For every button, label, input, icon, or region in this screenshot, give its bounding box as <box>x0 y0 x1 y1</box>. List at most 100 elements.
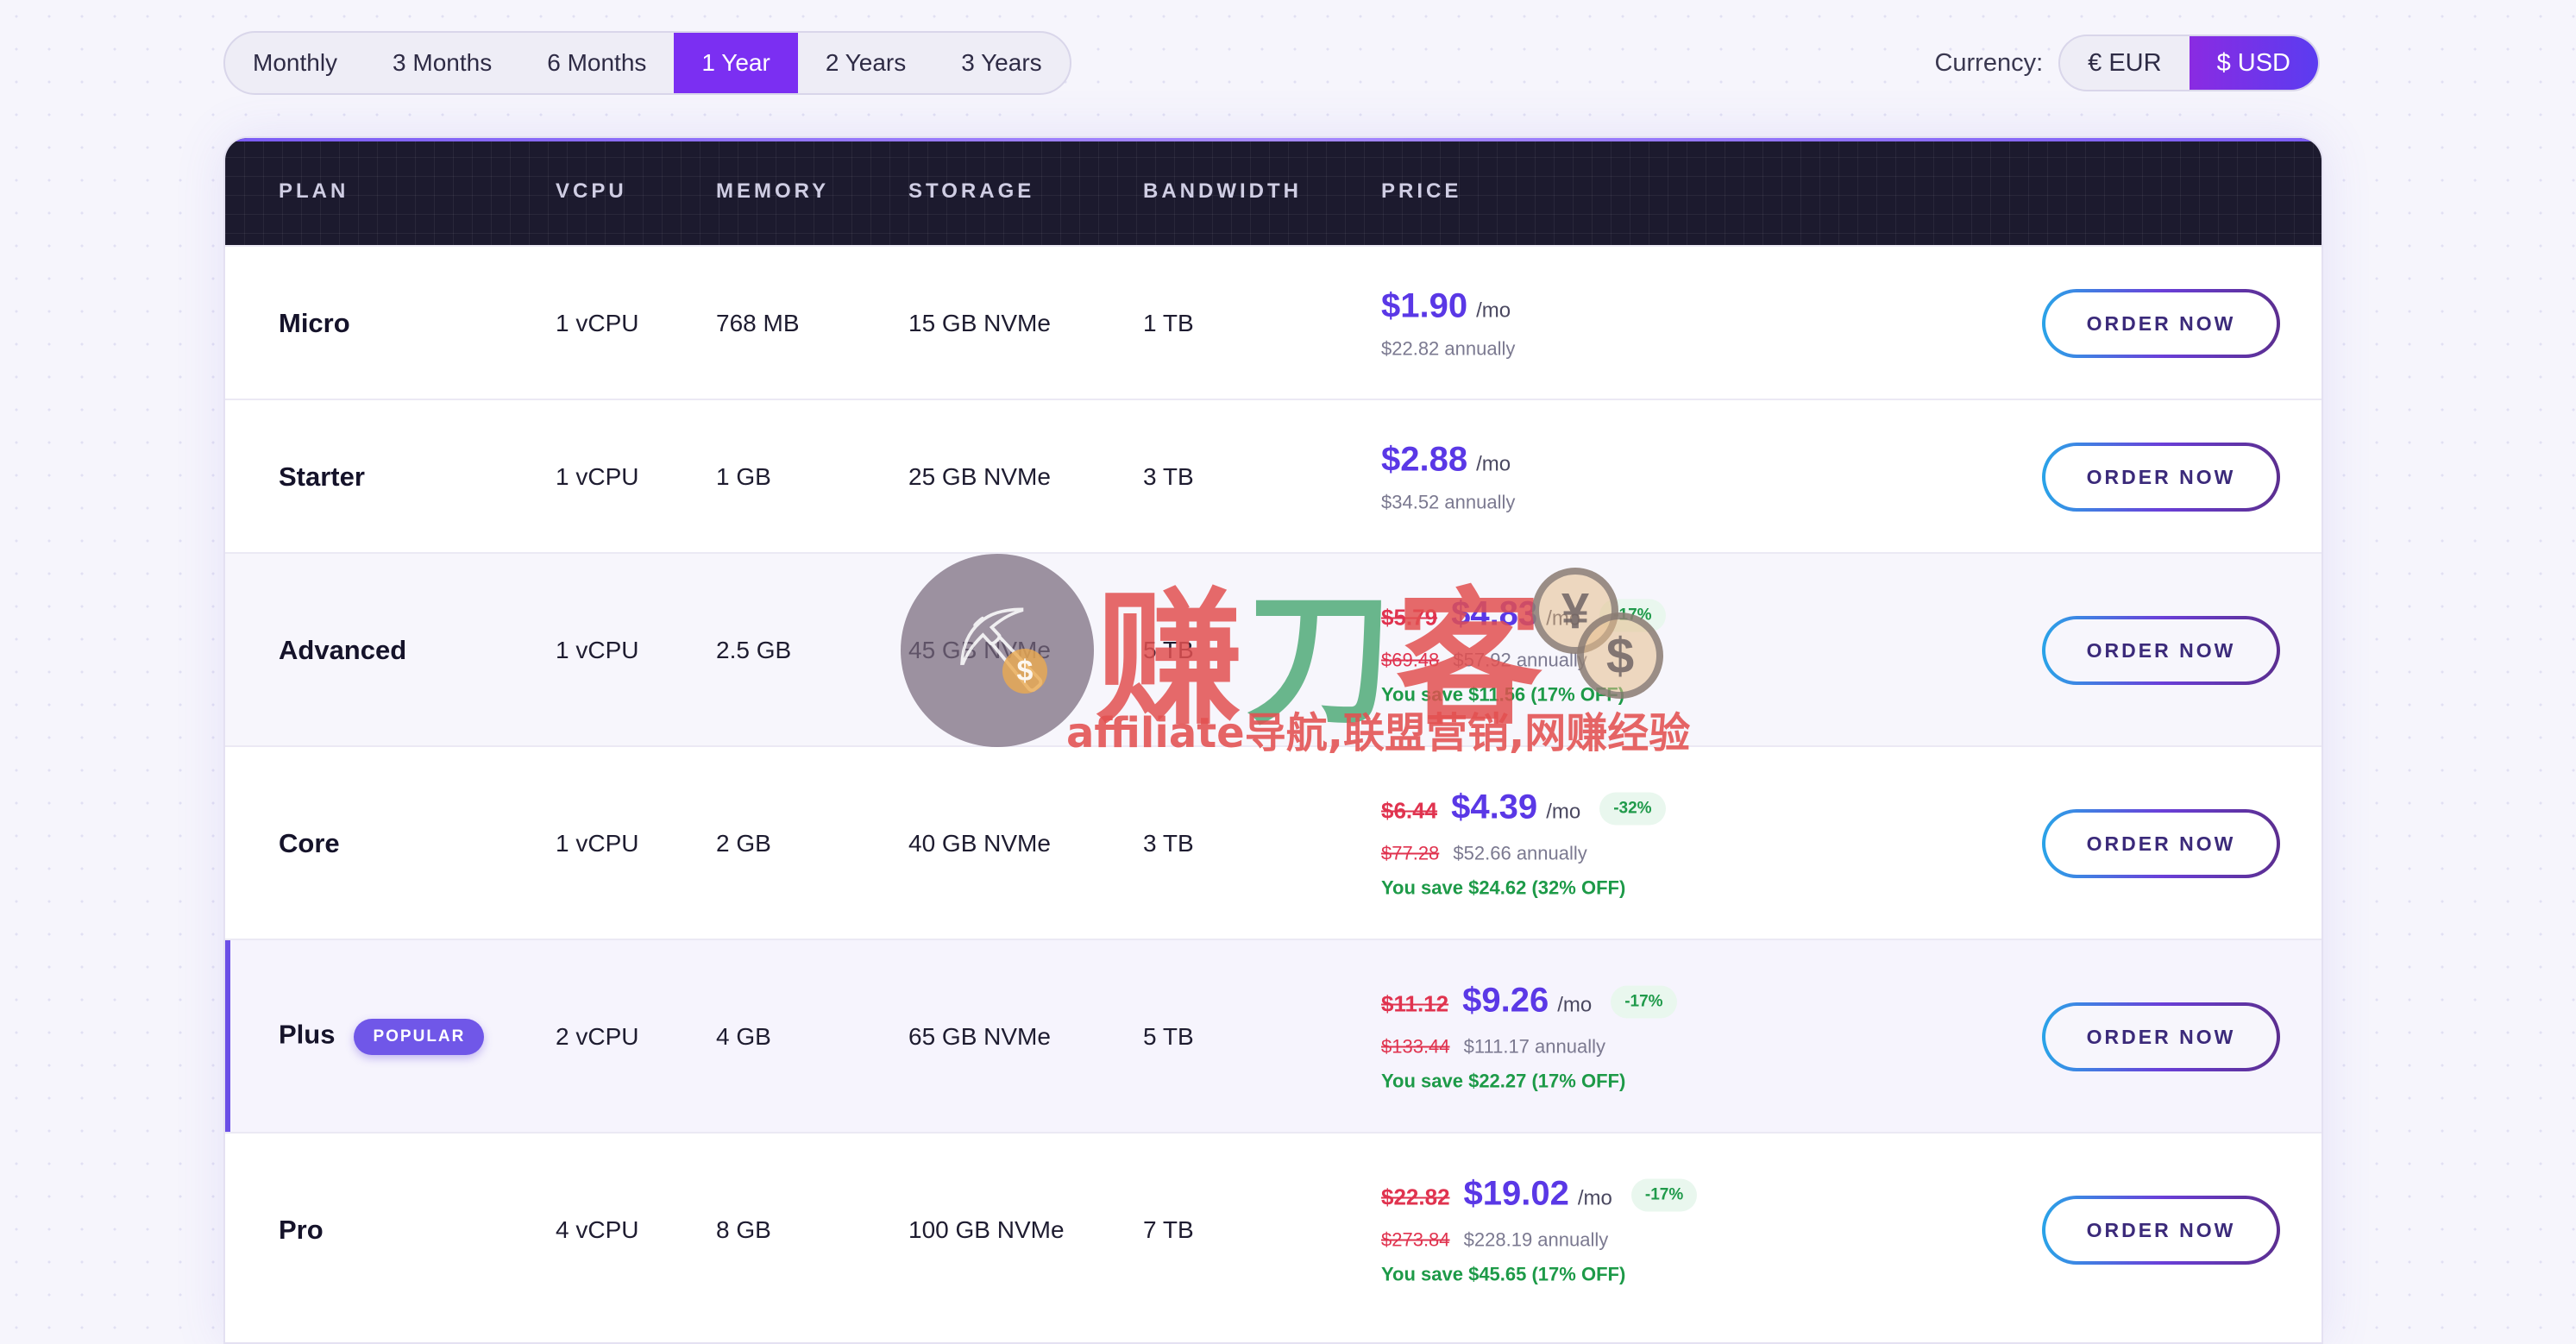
monthly-price: $4.83 <box>1451 594 1538 633</box>
header-memory: MEMORY <box>716 179 830 203</box>
original-monthly-price: $5.79 <box>1381 604 1438 631</box>
annual-price: $34.52 annually <box>1381 491 1516 513</box>
memory-value: 8 GB <box>716 1216 771 1243</box>
original-annual-price: $69.48 <box>1381 649 1440 671</box>
currency-label: Currency: <box>1934 48 2044 77</box>
discount-badge: -17% <box>1611 985 1677 1019</box>
bandwidth-value: 5 TB <box>1143 1023 1194 1050</box>
currency-toggle: € EUR $ USD <box>2058 35 2320 91</box>
bandwidth-value: 5 TB <box>1143 637 1194 663</box>
plan-name: Plus <box>279 1019 336 1050</box>
table-header: PLAN VCPU MEMORY STORAGE BANDWIDTH PRICE <box>225 138 2322 245</box>
savings-text: You save $45.65 (17% OFF) <box>1381 1263 1626 1285</box>
header-accent-line <box>225 138 2322 141</box>
header-vcpu: VCPU <box>556 179 627 203</box>
annual-price: $52.66 annually <box>1453 842 1587 864</box>
savings-text: You save $11.56 (17% OFF) <box>1381 683 1625 706</box>
vcpu-value: 1 vCPU <box>556 310 639 336</box>
monthly-price: $4.39 <box>1451 788 1538 826</box>
discount-badge: -17% <box>1599 599 1666 632</box>
popular-badge: POPULAR <box>354 1019 485 1055</box>
price-block: $1.90 /mo $22.82 annually <box>1381 287 1515 361</box>
discount-badge: -32% <box>1599 792 1666 826</box>
period-6-months[interactable]: 6 Months <box>519 33 674 93</box>
original-monthly-price: $6.44 <box>1381 797 1438 824</box>
original-annual-price: $133.44 <box>1381 1035 1450 1058</box>
storage-value: 65 GB NVMe <box>908 1023 1051 1050</box>
table-row: Starter 1 vCPU 1 GB 25 GB NVMe 3 TB $2.8… <box>225 399 2322 554</box>
memory-value: 4 GB <box>716 1023 771 1050</box>
order-now-button[interactable]: ORDER NOW <box>2042 1002 2280 1071</box>
header-bandwidth: BANDWIDTH <box>1143 179 1302 203</box>
savings-text: You save $24.62 (32% OFF) <box>1381 876 1626 899</box>
memory-value: 1 GB <box>716 463 771 490</box>
monthly-price: $19.02 <box>1463 1174 1569 1213</box>
order-now-button[interactable]: ORDER NOW <box>2042 289 2280 358</box>
price-block: $6.44 $4.39 /mo -32% $77.28 $52.66 annua… <box>1381 788 1666 900</box>
table-row: Pro 4 vCPU 8 GB 100 GB NVMe 7 TB $22.82 … <box>225 1132 2322 1327</box>
annual-price: $22.82 annually <box>1381 337 1516 360</box>
bandwidth-value: 7 TB <box>1143 1216 1194 1243</box>
storage-value: 40 GB NVMe <box>908 830 1051 857</box>
period-3-months[interactable]: 3 Months <box>365 33 519 93</box>
order-now-button[interactable]: ORDER NOW <box>2042 809 2280 878</box>
per-month-label: /mo <box>1546 800 1581 824</box>
pricing-table: PLAN VCPU MEMORY STORAGE BANDWIDTH PRICE… <box>223 136 2323 1344</box>
order-now-button[interactable]: ORDER NOW <box>2042 616 2280 685</box>
currency-selector: Currency: € EUR $ USD <box>1934 35 2320 91</box>
original-monthly-price: $11.12 <box>1381 990 1449 1017</box>
price-block: $5.79 $4.83 /mo -17% $69.48 $57.92 annua… <box>1381 595 1666 707</box>
period-3-years[interactable]: 3 Years <box>933 33 1069 93</box>
header-price: PRICE <box>1381 179 1462 203</box>
price-block: $11.12 $9.26 /mo -17% $133.44 $111.17 an… <box>1381 982 1677 1093</box>
header-storage: STORAGE <box>908 179 1035 203</box>
billing-period-selector: Monthly 3 Months 6 Months 1 Year 2 Years… <box>223 31 1071 95</box>
order-now-button[interactable]: ORDER NOW <box>2042 1196 2280 1265</box>
period-1-year[interactable]: 1 Year <box>674 33 798 93</box>
per-month-label: /mo <box>1577 1186 1612 1210</box>
monthly-price: $9.26 <box>1462 981 1549 1020</box>
order-now-button[interactable]: ORDER NOW <box>2042 443 2280 512</box>
monthly-price: $2.88 <box>1381 440 1468 479</box>
monthly-price: $1.90 <box>1381 286 1468 325</box>
bandwidth-value: 3 TB <box>1143 830 1194 857</box>
bandwidth-value: 1 TB <box>1143 310 1194 336</box>
discount-badge: -17% <box>1630 1178 1698 1212</box>
vcpu-value: 1 vCPU <box>556 637 639 663</box>
per-month-label: /mo <box>1476 452 1511 476</box>
table-row: Advanced 1 vCPU 2.5 GB 45 GB NVMe 5 TB $… <box>225 552 2322 747</box>
annual-price: $228.19 annually <box>1463 1228 1609 1251</box>
memory-value: 768 MB <box>716 310 800 336</box>
original-annual-price: $77.28 <box>1381 842 1440 864</box>
plan-name-wrap: Plus POPULAR <box>279 1019 485 1055</box>
bandwidth-value: 3 TB <box>1143 463 1194 490</box>
storage-value: 45 GB NVMe <box>908 637 1051 663</box>
storage-value: 25 GB NVMe <box>908 463 1051 490</box>
plan-name: Pro <box>279 1215 324 1245</box>
plan-name: Advanced <box>279 635 407 665</box>
table-row: Plus POPULAR 2 vCPU 4 GB 65 GB NVMe 5 TB … <box>225 939 2322 1134</box>
vcpu-value: 1 vCPU <box>556 830 639 857</box>
price-block: $22.82 $19.02 /mo -17% $273.84 $228.19 a… <box>1381 1174 1698 1286</box>
original-annual-price: $273.84 <box>1381 1228 1450 1251</box>
memory-value: 2.5 GB <box>716 637 792 663</box>
per-month-label: /mo <box>1546 606 1581 631</box>
currency-eur[interactable]: € EUR <box>2060 36 2189 90</box>
vcpu-value: 1 vCPU <box>556 463 639 490</box>
vcpu-value: 4 vCPU <box>556 1216 639 1243</box>
plan-name: Core <box>279 828 340 858</box>
table-row: Core 1 vCPU 2 GB 40 GB NVMe 3 TB $6.44 $… <box>225 745 2322 940</box>
period-2-years[interactable]: 2 Years <box>798 33 933 93</box>
annual-price: $111.17 annually <box>1463 1035 1605 1058</box>
vcpu-value: 2 vCPU <box>556 1023 639 1050</box>
table-row: Micro 1 vCPU 768 MB 15 GB NVMe 1 TB $1.9… <box>225 245 2322 400</box>
storage-value: 15 GB NVMe <box>908 310 1051 336</box>
period-monthly[interactable]: Monthly <box>225 33 365 93</box>
per-month-label: /mo <box>1557 993 1593 1017</box>
header-plan: PLAN <box>279 179 349 203</box>
storage-value: 100 GB NVMe <box>908 1216 1065 1243</box>
annual-price: $57.92 annually <box>1453 649 1587 671</box>
price-block: $2.88 /mo $34.52 annually <box>1381 441 1515 514</box>
currency-usd[interactable]: $ USD <box>2189 36 2318 90</box>
memory-value: 2 GB <box>716 830 771 857</box>
